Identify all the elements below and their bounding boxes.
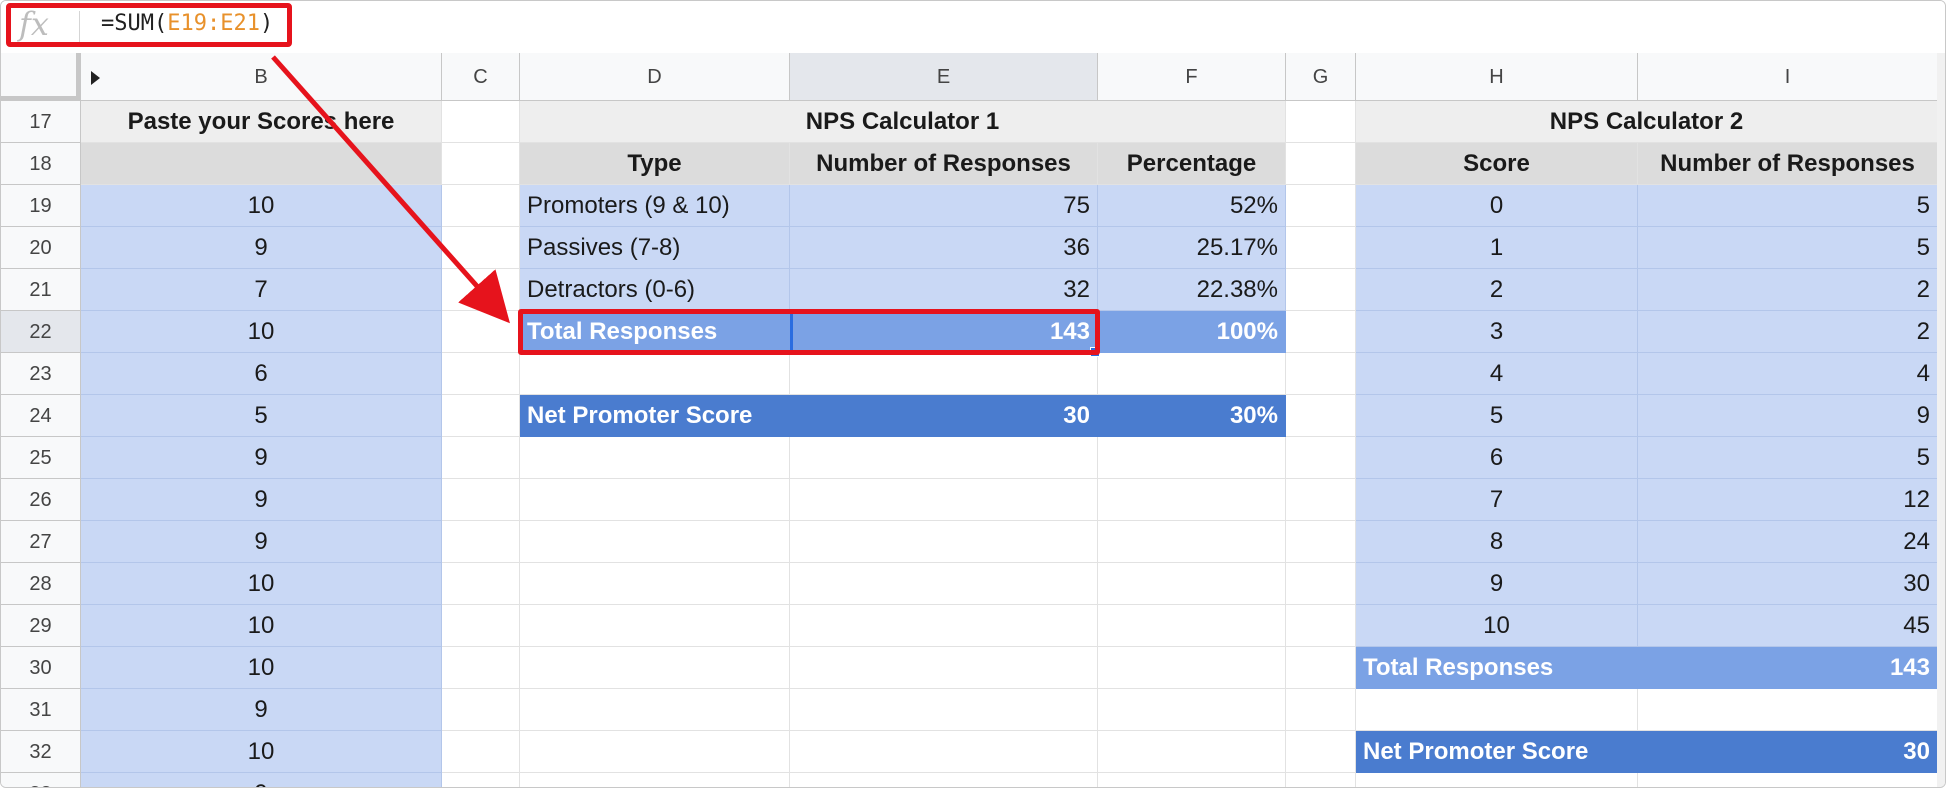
annotation-arrow xyxy=(271,55,510,324)
arrow-line xyxy=(271,55,510,324)
